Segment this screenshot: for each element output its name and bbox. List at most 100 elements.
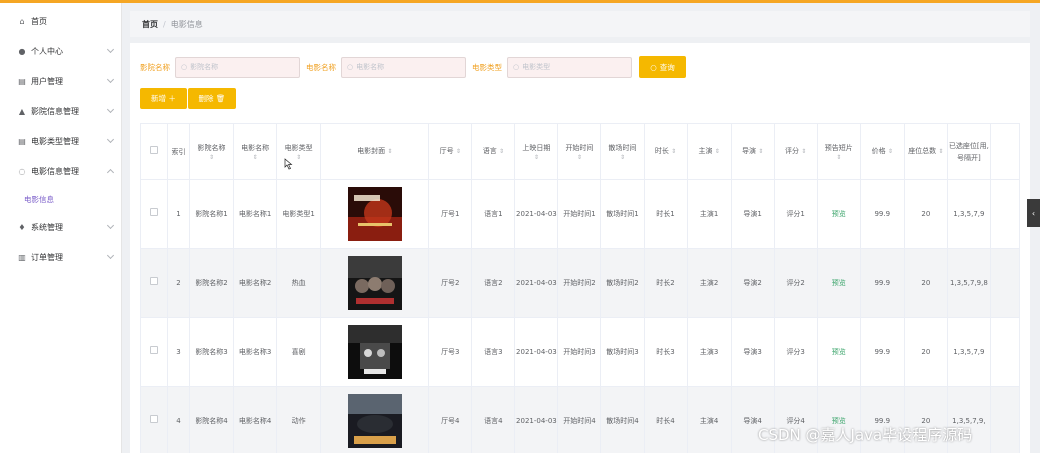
movie-name-input[interactable]: ○ 电影名称	[341, 56, 466, 78]
cell-director: 导演1	[730, 179, 775, 249]
cell-trailer[interactable]: 预览	[816, 248, 861, 318]
cell-lang: 语言2	[471, 248, 516, 318]
sidebar-item-order-management[interactable]: ▥ 订单管理	[0, 242, 121, 272]
select-all-cell[interactable]	[140, 123, 169, 180]
movie-cover-image	[347, 394, 402, 448]
row-checkbox[interactable]	[150, 208, 158, 216]
col-release-date[interactable]: 上映日期 ⇕	[514, 123, 559, 180]
sidebar-subitem-movie-info[interactable]: 电影信息	[0, 186, 121, 212]
row-checkbox[interactable]	[150, 277, 158, 285]
row-checkbox[interactable]	[150, 346, 158, 354]
cell-trailer[interactable]: 预览	[816, 317, 861, 387]
cell-start: 开始时间1	[557, 179, 602, 249]
search-icon: ○	[181, 63, 188, 71]
col-seats[interactable]: 座位总数 ⇕	[903, 123, 948, 180]
col-score[interactable]: 评分 ⇕	[773, 123, 818, 180]
col-movie[interactable]: 电影名称 ⇕	[233, 123, 278, 180]
trailer-preview-link[interactable]: 预览	[832, 279, 846, 287]
cell-lang: 语言3	[471, 317, 516, 387]
col-hall[interactable]: 厅号 ⇕	[428, 123, 473, 180]
col-operations	[989, 123, 1020, 180]
col-cinema[interactable]: 影院名称 ⇕	[189, 123, 235, 180]
cell-type: 动作	[276, 386, 322, 453]
movie-type-label: 电影类型	[472, 62, 502, 72]
cell-seats: 20	[903, 179, 948, 249]
bank-icon: ▥	[18, 252, 26, 262]
sort-icon: ⇕	[801, 148, 807, 155]
sort-icon: ⇕	[938, 148, 944, 155]
col-chosen-seats[interactable]: 已选座位[用,号隔开]	[946, 123, 991, 180]
col-director[interactable]: 导演 ⇕	[730, 123, 775, 180]
main-area: 首页 / 电影信息 影院名称 ○ 影院名称 电影名称 ○ 电影名称 电影类型 ○…	[122, 3, 1040, 453]
col-cover[interactable]: 电影封面 ⇕	[320, 123, 430, 180]
cell-cinema: 影院名称1	[189, 179, 235, 249]
side-collapse-tab[interactable]: ‹	[1027, 199, 1040, 227]
cell-price: 99.9	[859, 248, 905, 318]
search-filters: 影院名称 ○ 影院名称 电影名称 ○ 电影名称 电影类型 ○ 电影类型 ○ 查询	[140, 56, 686, 78]
breadcrumb-home[interactable]: 首页	[142, 19, 158, 30]
col-duration[interactable]: 时长 ⇕	[643, 123, 688, 180]
cell-hall: 厅号2	[428, 248, 473, 318]
table-row: 3 影院名称3 电影名称3 喜剧 厅号3 语言3 2021-04-03 开始时间3 散场时间3 时…	[140, 317, 1020, 387]
row-select-cell[interactable]	[140, 317, 169, 387]
chart-icon: ▲	[18, 106, 26, 116]
col-language[interactable]: 语言 ⇕	[471, 123, 516, 180]
cell-cover	[320, 386, 430, 453]
search-icon: ○	[347, 63, 354, 71]
chevron-down-icon	[106, 75, 115, 84]
add-button[interactable]: 新增 ＋	[140, 88, 187, 109]
sidebar-item-label: 系统管理	[31, 222, 63, 232]
cell-cinema: 影院名称2	[189, 248, 235, 318]
col-type[interactable]: 电影类型 ⇕	[276, 123, 322, 180]
col-trailer[interactable]: 预告短片 ⇕	[816, 123, 861, 180]
add-button-label: 新增 ＋	[151, 94, 176, 103]
row-select-cell[interactable]	[140, 179, 169, 249]
sidebar-item-movie-info-management[interactable]: ◌ 电影信息管理	[0, 156, 121, 186]
cell-index: 2	[167, 248, 191, 318]
row-checkbox[interactable]	[150, 415, 158, 423]
sort-icon: ⇕	[209, 153, 215, 161]
cell-chosen: 1,3,5,7,9	[946, 317, 991, 387]
sidebar-item-label: 电影信息管理	[31, 166, 79, 176]
sidebar-item-cinema-management[interactable]: ▲ 影院信息管理	[0, 96, 121, 126]
col-end-time[interactable]: 散场时间 ⇕	[600, 123, 645, 180]
cell-score: 评分3	[773, 317, 818, 387]
sidebar-item-system-management[interactable]: ♦ 系统管理	[0, 212, 121, 242]
sidebar-item-movie-type-management[interactable]: ▤ 电影类型管理	[0, 126, 121, 156]
sidebar-item-personal-center[interactable]: ● 个人中心	[0, 36, 121, 66]
col-price[interactable]: 价格 ⇕	[859, 123, 905, 180]
cell-operations	[989, 179, 1020, 249]
cinema-name-input[interactable]: ○ 影院名称	[175, 56, 300, 78]
cell-end: 散场时间1	[600, 179, 645, 249]
select-all-checkbox[interactable]	[150, 145, 158, 154]
sort-icon: ⇕	[455, 148, 461, 155]
watermark: CSDN @嘉人Java毕设程序源码	[758, 426, 973, 444]
cell-trailer[interactable]: 预览	[816, 179, 861, 249]
cell-end: 散场时间2	[600, 248, 645, 318]
trailer-preview-link[interactable]: 预览	[832, 348, 846, 356]
col-start-time[interactable]: 开始时间 ⇕	[557, 123, 602, 180]
cell-cover	[320, 317, 430, 387]
delete-button[interactable]: 删除 🗑	[188, 88, 236, 109]
breadcrumb: 首页 / 电影信息	[130, 11, 1030, 37]
row-select-cell[interactable]	[140, 248, 169, 318]
chevron-left-icon: ‹	[1031, 208, 1036, 218]
cell-hall: 厅号1	[428, 179, 473, 249]
col-actor[interactable]: 主演 ⇕	[686, 123, 732, 180]
chevron-down-icon	[106, 105, 115, 114]
cell-lang: 语言4	[471, 386, 516, 453]
query-button[interactable]: ○ 查询	[639, 56, 686, 78]
cell-seats: 20	[903, 317, 948, 387]
movie-name-label: 电影名称	[306, 62, 336, 72]
row-select-cell[interactable]	[140, 386, 169, 453]
sort-icon: ⇕	[252, 153, 258, 161]
cell-index: 4	[167, 386, 191, 453]
movie-type-input[interactable]: ○ 电影类型	[507, 56, 632, 78]
cell-date: 2021-04-03	[514, 317, 559, 387]
trailer-preview-link[interactable]: 预览	[832, 210, 846, 218]
sidebar-item-home[interactable]: ⌂ 首页	[0, 6, 121, 36]
cell-start: 开始时间3	[557, 317, 602, 387]
sidebar-item-user-management[interactable]: ▤ 用户管理	[0, 66, 121, 96]
cell-start: 开始时间2	[557, 248, 602, 318]
user-icon: ●	[18, 46, 26, 56]
